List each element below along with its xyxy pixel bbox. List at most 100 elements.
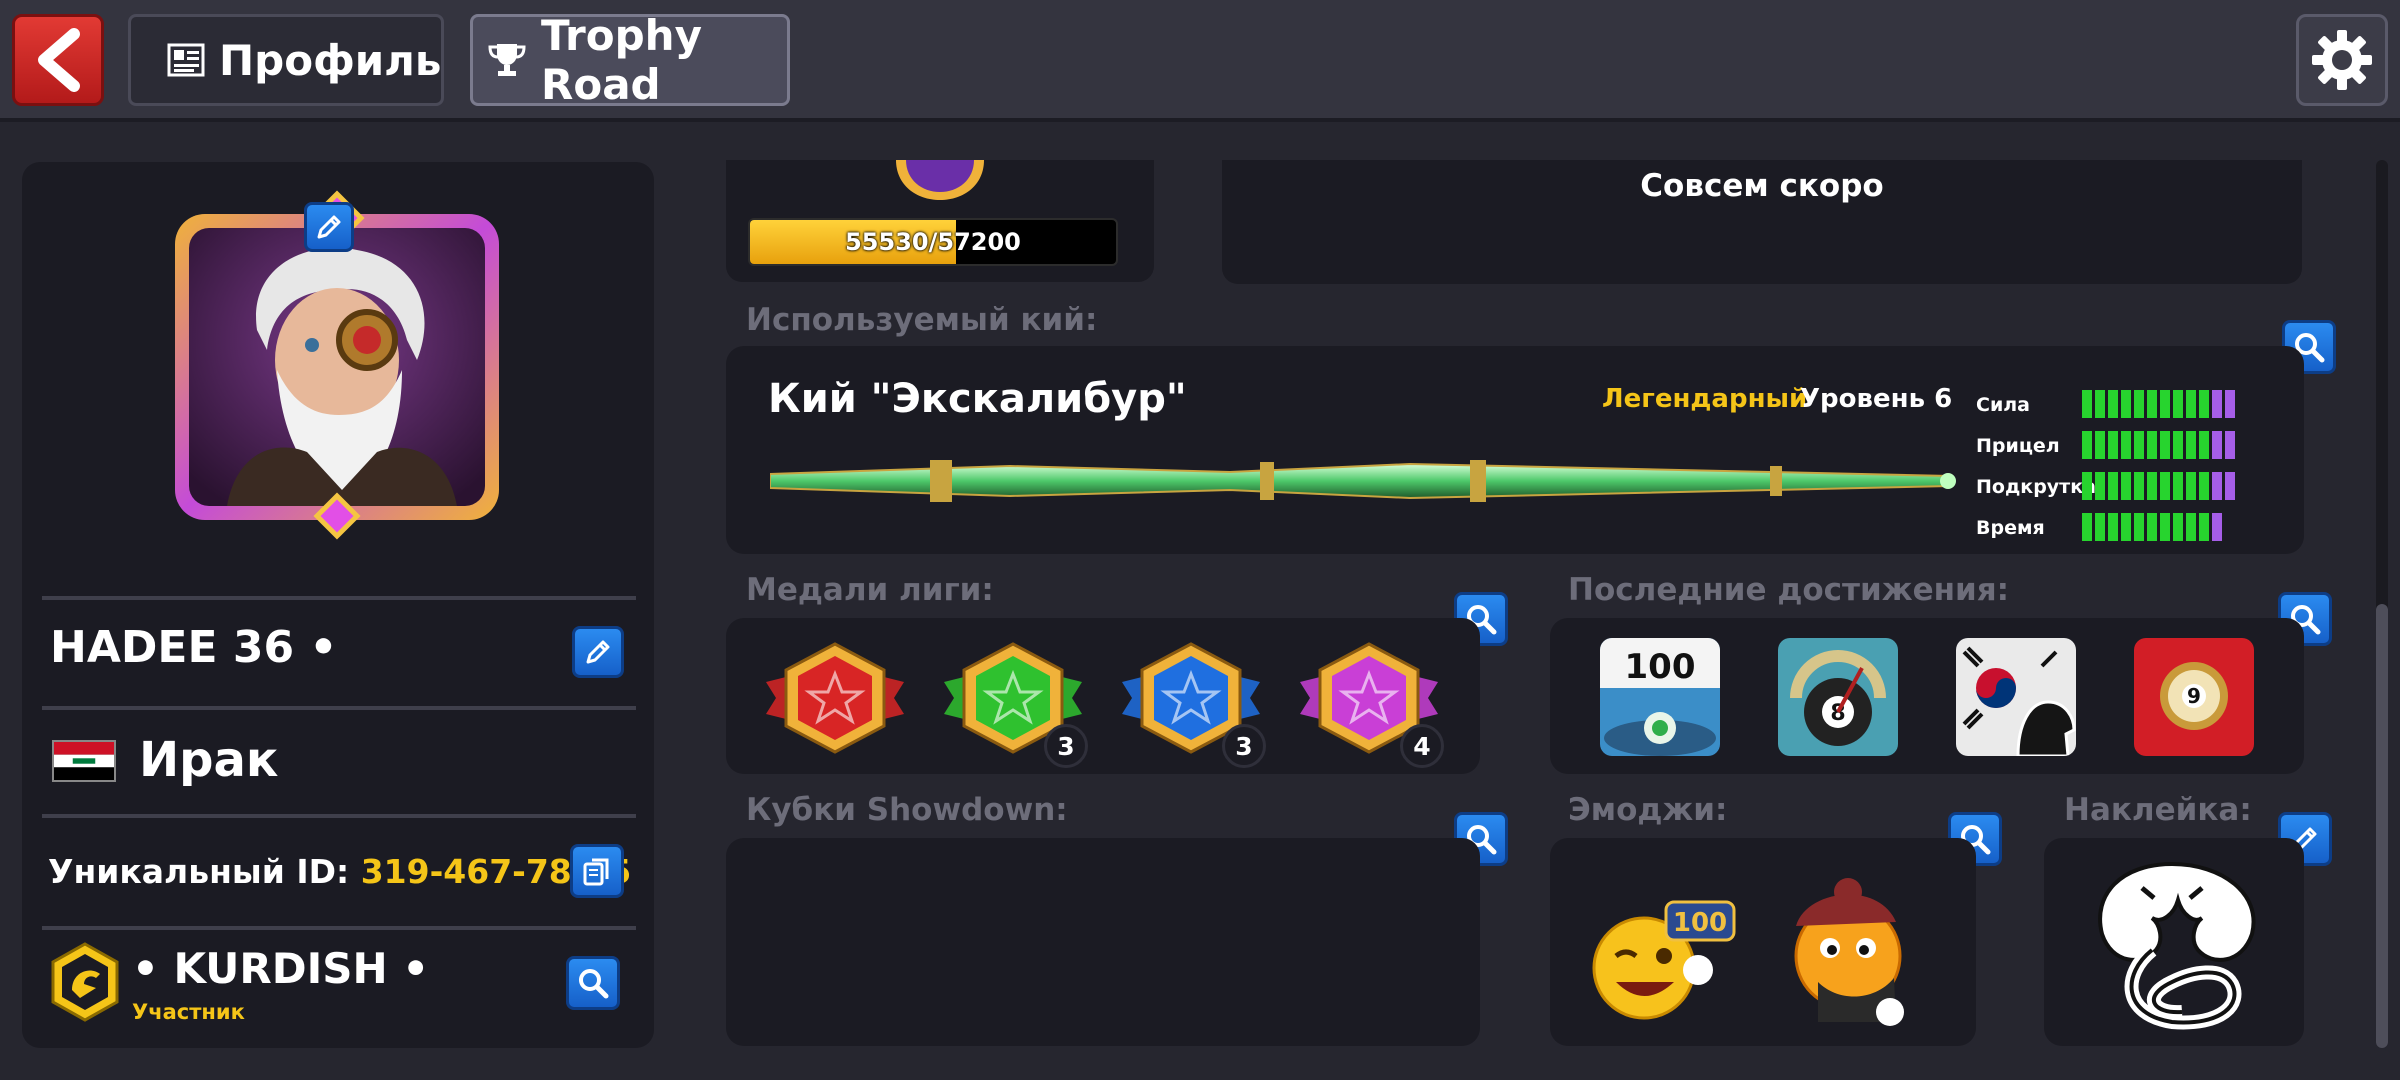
sticker-section-label: Наклейка: [2064,792,2252,828]
stat-bar-filled [2199,431,2209,459]
medal-count-badge: 3 [1044,724,1088,768]
coming-soon-panel: Совсем скоро [1222,160,2302,284]
achievements-section-label: Последние достижения: [1568,572,2010,608]
stat-bar-filled [2186,513,2196,541]
korea-flag-icon[interactable] [1956,638,2076,756]
search-icon [579,969,609,999]
8-ball-gauge-icon[interactable]: 8 [1778,638,1898,756]
stat-bar-upgrade [2212,472,2222,500]
stat-bar-filled [2173,390,2183,418]
achievement-9-text: 9 [2187,684,2201,708]
stat-bar-filled [2121,472,2131,500]
stat-bar-filled [2199,513,2209,541]
stat-bar-filled [2082,431,2092,459]
stat-bar-filled [2160,390,2170,418]
medal-count-badge: 3 [1222,724,1266,768]
level-badge-icon [896,160,984,200]
league-medals-panel: 3 3 4 [726,618,1480,774]
cue-rarity: Легендарный [1602,384,1808,414]
stat-bar-filled [2082,472,2092,500]
stat-bar-filled [2173,472,2183,500]
gear-icon [2312,30,2372,90]
cue-stat-label: Подкрутка [1976,476,2096,498]
wink-100-emoji-icon[interactable]: 100 [1586,894,1736,1024]
100-balls-icon[interactable]: 100 [1600,638,1720,756]
9-ball-badge-icon[interactable]: 9 [2134,638,2254,756]
club-name[interactable]: • KURDISH • [132,944,429,993]
scrollbar[interactable] [2376,160,2388,1048]
stat-bar-upgrade [2225,431,2235,459]
cue-section-label: Используемый кий: [746,302,1098,338]
emoji-100-text: 100 [1673,908,1727,938]
cue-image [770,460,1956,502]
stat-bar-filled [2134,513,2144,541]
stat-bar-filled [2095,513,2105,541]
pencil-icon [317,215,341,239]
level-panel: 55530/57200 [726,160,1154,282]
scrollbar-thumb[interactable] [2376,604,2388,1048]
divider [42,814,636,818]
stat-bar-filled [2108,472,2118,500]
showdown-trophies-panel [726,838,1480,1046]
cue-stat-bars [2082,513,2222,541]
stat-bar-filled [2147,431,2157,459]
divider [42,596,636,600]
club-search-button[interactable] [566,956,620,1010]
cue-stat-label: Время [1976,517,2045,539]
trophy-icon [487,42,527,78]
xp-progress-text: 55530/57200 [845,228,1021,256]
pencil-icon [586,640,610,664]
league-medal[interactable] [762,640,908,756]
edit-name-button[interactable] [572,626,624,678]
stat-bar-filled [2108,513,2118,541]
stat-bar-filled [2186,390,2196,418]
stat-bar-filled [2160,513,2170,541]
medal-count-badge: 4 [1400,724,1444,768]
unique-id: Уникальный ID: 319-467-787-5 [48,852,631,891]
cue-stat-label: Сила [1976,394,2030,416]
stat-bar-filled [2147,390,2157,418]
xp-progress-bar: 55530/57200 [748,218,1118,266]
stat-bar-filled [2199,390,2209,418]
stat-bar-filled [2160,431,2170,459]
stat-bar-upgrade [2212,390,2222,418]
edit-avatar-button[interactable] [304,202,354,252]
chevron-left-icon [38,28,80,92]
stat-bar-filled [2160,472,2170,500]
stat-bar-filled [2108,390,2118,418]
divider [42,706,636,710]
cue-stat-bars [2082,472,2235,500]
stat-bar-filled [2095,472,2105,500]
stat-bar-filled [2121,390,2131,418]
divider [42,926,636,930]
stat-bar-filled [2199,472,2209,500]
copy-icon [583,858,609,886]
tab-profile[interactable]: Профиль [128,14,444,106]
country-name: Ирак [139,732,279,788]
player-name: HADEE 36 • [50,622,338,673]
achievement-100-text: 100 [1625,647,1696,687]
back-button[interactable] [12,14,104,106]
cue-panel[interactable]: Кий "Экскалибур" Легендарный Уровень 6 С… [726,346,2304,554]
cue-stat-bars [2082,431,2235,459]
settings-button[interactable] [2296,14,2388,106]
profile-panel: HADEE 36 • Ирак Уникальный ID: 319-467-7… [22,162,654,1048]
showdown-section-label: Кубки Showdown: [746,792,1068,828]
unique-id-label: Уникальный ID: [48,852,361,891]
stat-bar-filled [2173,431,2183,459]
tab-trophy-road[interactable]: Trophy Road [470,11,790,109]
medals-section-label: Медали лиги: [746,572,994,608]
cue-stat-bars [2082,390,2235,418]
tab-trophy-label: Trophy Road [541,11,702,109]
stat-bar-filled [2186,472,2196,500]
emoji-section-label: Эмоджи: [1568,792,1728,828]
kurdish-emoji-icon[interactable] [1778,872,1926,1032]
cobra-sticker-icon[interactable] [2082,854,2262,1034]
iraq-flag-icon [52,740,116,782]
stat-bar-filled [2134,472,2144,500]
stat-bar-filled [2082,513,2092,541]
cue-level: Уровень 6 [1800,384,1953,414]
cue-name: Кий "Экскалибур" [768,376,1187,422]
stat-bar-upgrade [2212,431,2222,459]
copy-id-button[interactable] [570,844,624,898]
